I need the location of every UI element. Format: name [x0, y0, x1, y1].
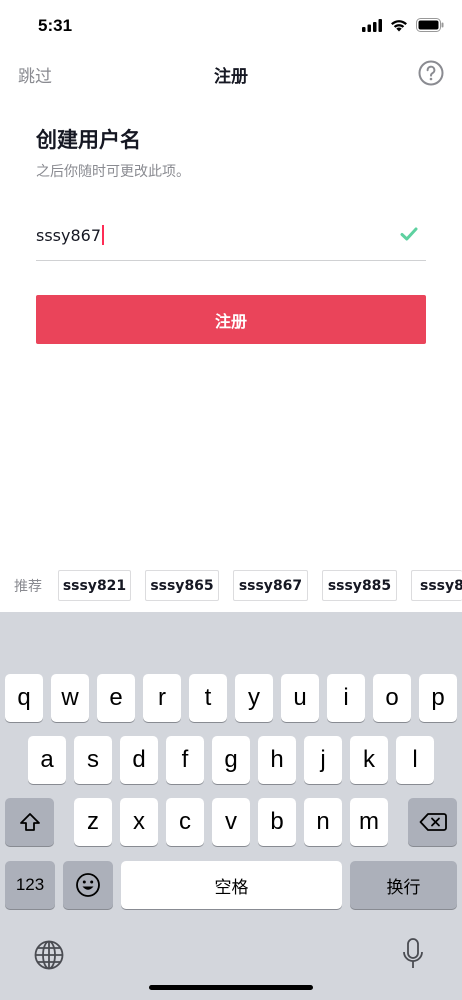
skip-button[interactable]: 跳过 [18, 62, 52, 87]
return-key[interactable]: 换行 [350, 861, 457, 909]
status-time: 5:31 [38, 16, 73, 35]
key-g[interactable]: g [212, 736, 250, 784]
key-y[interactable]: y [235, 674, 273, 722]
wifi-icon [391, 19, 407, 31]
key-w[interactable]: w [51, 674, 89, 722]
key-q[interactable]: q [5, 674, 43, 722]
shift-key[interactable] [5, 798, 54, 846]
home-indicator[interactable] [149, 985, 313, 990]
backspace-icon [419, 813, 447, 831]
key-h[interactable]: h [258, 736, 296, 784]
page-title: 注册 [214, 67, 248, 87]
key-d[interactable]: d [120, 736, 158, 784]
question-circle-icon[interactable] [418, 60, 444, 86]
key-m[interactable]: m [350, 798, 388, 846]
username-input-value-wrap: sssy867 [36, 225, 105, 245]
key-p[interactable]: p [419, 674, 457, 722]
key-t[interactable]: t [189, 674, 227, 722]
key-f[interactable]: f [166, 736, 204, 784]
emoji-key[interactable] [63, 861, 113, 909]
suggestions-label: 推荐 [14, 579, 42, 595]
key-c[interactable]: c [166, 798, 204, 846]
microphone-icon[interactable] [401, 937, 425, 971]
key-j[interactable]: j [304, 736, 342, 784]
check-icon [400, 227, 418, 241]
key-l[interactable]: l [396, 736, 434, 784]
emoji-icon [76, 873, 100, 897]
keyboard: q w e r t y u i o p a s d f g h j k l z … [0, 612, 462, 1000]
username-input-value: sssy867 [36, 225, 102, 245]
key-s[interactable]: s [74, 736, 112, 784]
key-k[interactable]: k [350, 736, 388, 784]
key-r[interactable]: r [143, 674, 181, 722]
cellular-signal-icon [362, 18, 382, 32]
battery-icon [416, 18, 444, 32]
key-e[interactable]: e [97, 674, 135, 722]
status-icons [362, 18, 444, 32]
backspace-key[interactable] [408, 798, 457, 846]
suggestion-chip[interactable]: sssy865 [145, 570, 219, 601]
suggestion-chip[interactable]: sssy885 [322, 570, 397, 601]
key-a[interactable]: a [28, 736, 66, 784]
suggestion-chip[interactable]: sssy821 [58, 570, 131, 601]
key-v[interactable]: v [212, 798, 250, 846]
status-bar: 5:31 [0, 0, 462, 54]
key-z[interactable]: z [74, 798, 112, 846]
text-caret [102, 225, 105, 245]
username-input[interactable]: sssy867 [36, 218, 426, 261]
globe-icon[interactable] [33, 939, 65, 971]
nav-bar: 跳过 注册 [0, 54, 462, 94]
key-b[interactable]: b [258, 798, 296, 846]
key-i[interactable]: i [327, 674, 365, 722]
key-n[interactable]: n [304, 798, 342, 846]
key-u[interactable]: u [281, 674, 319, 722]
space-key[interactable]: 空格 [121, 861, 342, 909]
suggestion-chip[interactable]: sssy867 [233, 570, 308, 601]
suggestions-bar: 推荐 sssy821 sssy865 sssy867 sssy885 sssy8… [0, 560, 462, 612]
shift-icon [19, 813, 40, 831]
form-subheading: 之后你随时可更改此项。 [36, 164, 190, 180]
form-heading: 创建用户名 [36, 128, 141, 152]
register-button[interactable]: 注册 [36, 295, 426, 344]
key-x[interactable]: x [120, 798, 158, 846]
key-o[interactable]: o [373, 674, 411, 722]
suggestion-chip[interactable]: sssy88 [411, 570, 462, 601]
numbers-key[interactable]: 123 [5, 861, 55, 909]
